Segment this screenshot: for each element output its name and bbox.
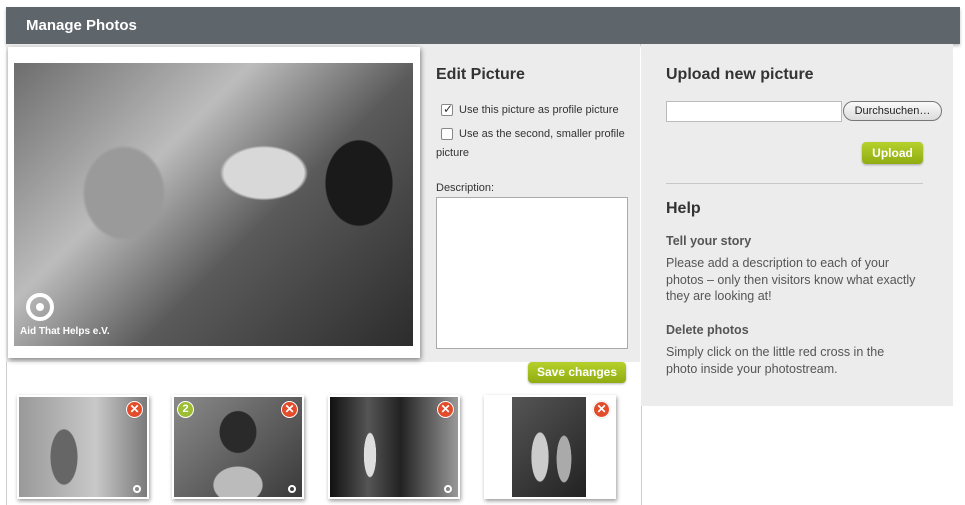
upload-button[interactable]: Upload — [862, 142, 923, 164]
photostream-thumbnail[interactable]: ✕ — [484, 395, 616, 499]
edit-picture-heading: Edit Picture — [436, 66, 525, 83]
help-story-text: Please add a description to each of your… — [666, 256, 916, 303]
second-profile-badge: 2 — [177, 401, 194, 418]
delete-cross-icon[interactable]: ✕ — [437, 401, 454, 418]
thumbnail-logo-icon — [288, 485, 296, 493]
profile-picture-label: Use this picture as profile picture — [459, 104, 619, 116]
description-label: Description: — [436, 182, 495, 194]
help-delete-text: Simply click on the little red cross in … — [666, 345, 885, 376]
second-profile-label-cont: picture — [436, 147, 470, 159]
delete-cross-icon[interactable]: ✕ — [281, 401, 298, 418]
delete-cross-icon[interactable]: ✕ — [593, 401, 610, 418]
browse-button[interactable]: Durchsuchen… — [843, 101, 942, 121]
help-story-heading: Tell your story — [666, 234, 752, 248]
delete-cross-icon[interactable]: ✕ — [126, 401, 143, 418]
help-delete-heading: Delete photos — [666, 323, 749, 337]
second-profile-label: Use as the second, smaller profile — [459, 128, 625, 140]
thumbnail-logo-icon — [444, 485, 452, 493]
profile-picture-option[interactable]: Use this picture as profile picture — [441, 102, 619, 116]
save-changes-button[interactable]: Save changes — [528, 362, 626, 383]
photostream-thumbnail[interactable]: ✕ — [17, 395, 149, 499]
page-header: Manage Photos — [6, 7, 960, 44]
second-profile-option[interactable]: Use as the second, smaller profile — [441, 128, 631, 140]
photostream-thumbnail[interactable]: 2 ✕ — [172, 395, 304, 499]
thumbnail-logo-icon — [133, 485, 141, 493]
help-heading: Help — [666, 200, 701, 217]
thumbnail-image[interactable] — [512, 397, 586, 497]
logo-text: Aid That Helps e.V. — [20, 326, 110, 337]
main-photo-frame: Aid That Helps e.V. — [8, 47, 420, 358]
page-title: Manage Photos — [26, 17, 137, 34]
upload-heading: Upload new picture — [666, 66, 814, 83]
divider — [666, 183, 923, 184]
description-field[interactable] — [436, 197, 628, 349]
profile-picture-checkbox[interactable] — [441, 102, 453, 116]
second-profile-checkbox[interactable] — [441, 128, 453, 140]
photostream-thumbnail[interactable]: ✕ — [328, 395, 460, 499]
photostream-left-border — [6, 362, 7, 505]
organization-logo-icon — [26, 293, 54, 321]
photostream-right-border — [641, 406, 642, 505]
file-path-input[interactable] — [666, 101, 842, 122]
main-photo: Aid That Helps e.V. — [14, 63, 413, 346]
